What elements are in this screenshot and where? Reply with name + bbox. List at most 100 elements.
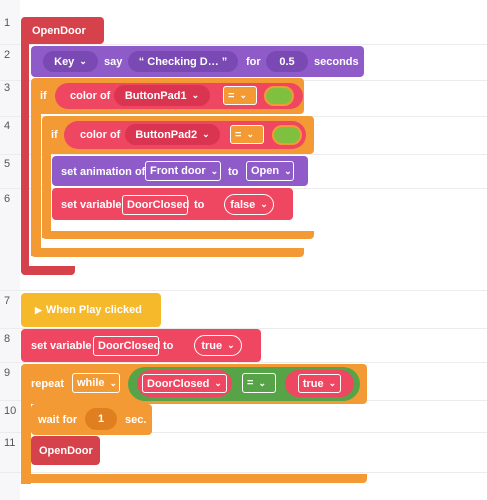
if2-sensor-target-dropdown[interactable]: ButtonPad2 ⌄: [125, 124, 220, 145]
function-header-opendoor[interactable]: OpenDoor: [21, 17, 104, 44]
chevron-down-icon: ⌄: [284, 165, 292, 176]
condition-operator-label: =: [247, 377, 254, 389]
line-separator: [0, 154, 487, 155]
chevron-down-icon: ⌄: [214, 378, 222, 388]
say-unit-label: seconds: [314, 56, 359, 68]
wait-duration-input[interactable]: 1: [85, 408, 117, 430]
if1-sensor-target-dropdown[interactable]: ButtonPad1 ⌄: [114, 85, 210, 106]
condition-variable-label: DoorClosed: [147, 377, 210, 390]
say-message-input[interactable]: “ Checking D… ”: [128, 51, 238, 72]
if1-sensor-label: color of: [70, 90, 111, 102]
animation-value-dropdown[interactable]: Open ⌄: [246, 161, 294, 181]
if1-operator-dropdown[interactable]: = ⌄: [223, 86, 257, 105]
condition-operator-dropdown[interactable]: = ⌄: [242, 373, 276, 393]
set-variable-label: set variable: [61, 199, 122, 211]
call-opendoor-block[interactable]: OpenDoor: [31, 436, 100, 465]
condition-value-dropdown[interactable]: true ⌄: [297, 374, 342, 393]
chevron-down-icon: ⌄: [109, 377, 118, 388]
say-verb: say: [104, 56, 123, 68]
line-separator: [0, 362, 487, 363]
if1-operator-label: =: [228, 89, 235, 102]
line-number: 11: [4, 437, 16, 449]
repeat-label: repeat: [31, 378, 65, 390]
if2-color-swatch[interactable]: [272, 125, 302, 145]
say-message-text: “ Checking D… ”: [138, 55, 228, 68]
say-duration-input[interactable]: 0.5: [266, 51, 308, 72]
say-for-label: for: [246, 56, 261, 68]
line-separator: [0, 44, 487, 45]
chevron-down-icon: ⌄: [227, 340, 235, 350]
if2-sensor-label: color of: [80, 129, 121, 141]
line-number: 4: [4, 120, 11, 132]
if2-keyword: if: [51, 129, 58, 141]
if1-keyword: if: [40, 90, 47, 102]
variable-name-field[interactable]: DoorClosed: [122, 195, 190, 215]
variable-name-field[interactable]: DoorClosed: [93, 336, 161, 356]
if1-footer: [31, 248, 304, 257]
if1-sensor-target-label: ButtonPad1: [124, 89, 187, 102]
if2-operator-label: =: [235, 128, 242, 141]
line-separator: [0, 472, 487, 473]
chevron-down-icon: ⌄: [210, 165, 219, 176]
animation-value-label: Open: [251, 165, 280, 177]
variable-value-dropdown[interactable]: false ⌄: [224, 194, 274, 215]
if2-body-bar: [42, 148, 51, 238]
animation-target-dropdown[interactable]: Front door ⌄: [145, 161, 221, 181]
function-body-bar: [21, 40, 29, 274]
chevron-down-icon: ⌄: [328, 378, 337, 388]
chevron-down-icon: ⌄: [191, 90, 200, 100]
line-number: 5: [4, 158, 11, 170]
if1-color-swatch[interactable]: [264, 86, 294, 106]
when-play-label: When Play clicked: [45, 304, 142, 316]
repeat-body-bar: [21, 398, 31, 484]
line-number: 10: [4, 405, 17, 417]
line-number: 9: [4, 367, 11, 379]
play-triangle-icon: ▶: [35, 304, 42, 315]
when-play-clicked-hat[interactable]: ▶ When Play clicked: [21, 293, 161, 327]
variable-value-label: true: [201, 339, 223, 352]
repeat-footer: [21, 474, 367, 483]
variable-name-label: DoorClosed: [98, 340, 161, 352]
line-separator: [0, 290, 487, 291]
line-number: 2: [4, 49, 11, 61]
chevron-down-icon: ⌄: [79, 56, 87, 66]
line-number: 6: [4, 193, 11, 205]
variable-name-label: DoorClosed: [127, 199, 190, 211]
wait-duration-value: 1: [97, 413, 105, 425]
animation-target-label: Front door: [150, 165, 206, 177]
chevron-down-icon: ⌄: [202, 129, 210, 139]
set-animation-label: set animation of: [61, 166, 146, 178]
condition-variable-field[interactable]: DoorClosed ⌄: [142, 374, 227, 393]
animation-to-label: to: [228, 166, 239, 178]
line-number: 3: [4, 82, 11, 94]
if2-operator-dropdown[interactable]: = ⌄: [230, 125, 264, 144]
wait-label: wait for: [38, 414, 78, 426]
repeat-mode-dropdown[interactable]: while ⌄: [72, 373, 120, 393]
say-target-dropdown[interactable]: Key ⌄: [43, 51, 98, 72]
call-opendoor-label: OpenDoor: [39, 444, 93, 457]
chevron-down-icon: ⌄: [258, 377, 266, 388]
condition-right-operand[interactable]: true ⌄: [285, 370, 354, 397]
variable-value-label: false: [230, 198, 256, 211]
variable-value-dropdown[interactable]: true ⌄: [194, 335, 242, 356]
chevron-down-icon: ⌄: [239, 90, 247, 100]
line-number-gutter: [0, 0, 20, 500]
condition-left-operand[interactable]: DoorClosed ⌄: [137, 370, 232, 397]
line-number: 1: [4, 17, 11, 29]
function-name: OpenDoor: [32, 24, 86, 37]
set-variable-to-label: to: [194, 199, 205, 211]
wait-unit-label: sec.: [125, 414, 147, 426]
repeat-mode-label: while: [77, 377, 105, 389]
condition-value-label: true: [302, 377, 324, 390]
set-variable-label: set variable: [31, 340, 92, 352]
chevron-down-icon: ⌄: [260, 199, 268, 209]
if2-sensor-target-label: ButtonPad2: [135, 128, 198, 141]
if2-footer: [42, 231, 314, 239]
if1-body-bar: [31, 108, 41, 256]
line-number: 7: [4, 295, 11, 307]
line-number: 8: [4, 333, 11, 345]
say-duration-value: 0.5: [279, 55, 295, 68]
say-target-label: Key: [54, 55, 75, 68]
set-variable-to-label: to: [163, 340, 174, 352]
function-footer: [21, 266, 75, 275]
